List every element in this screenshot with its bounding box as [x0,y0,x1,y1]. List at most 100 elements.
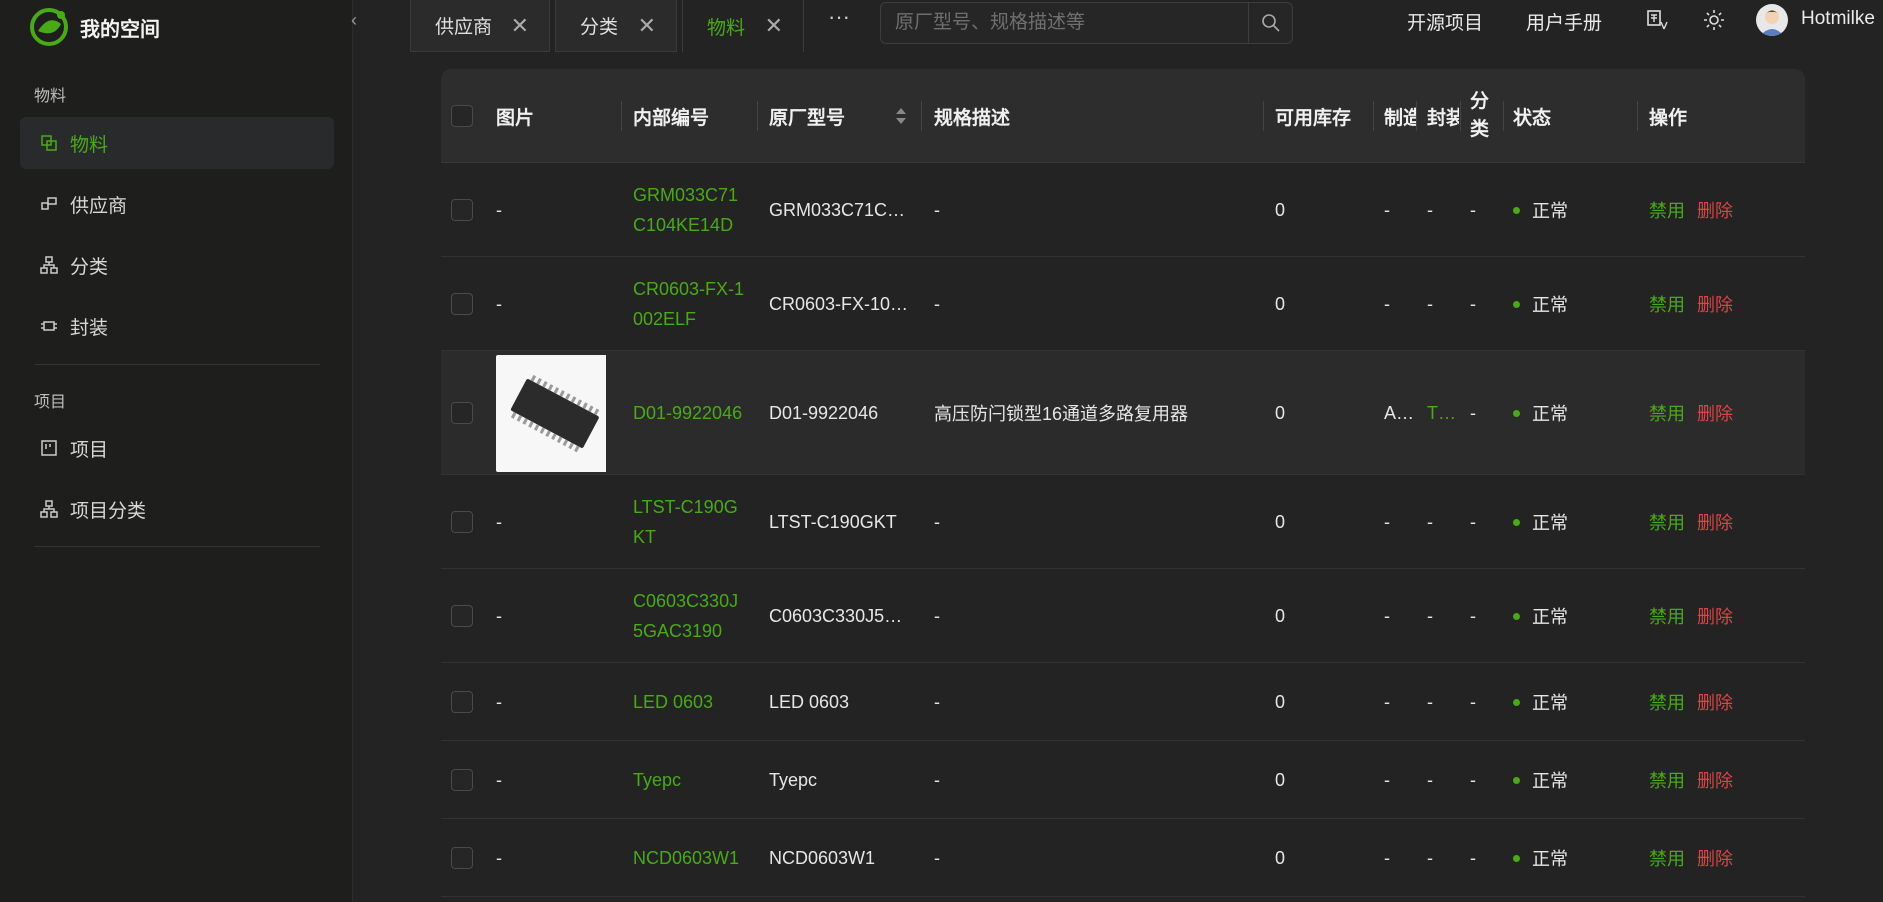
row-package: - [1427,605,1433,626]
row-manufacturer: - [1384,199,1390,220]
row-mpn: D01-9922046 [769,402,879,423]
more-tabs-button[interactable]: ··· [828,4,850,30]
table-row: - GRM033C71C104KE14D GRM033C71C… - 0 - -… [441,163,1805,257]
row-actions: 禁用 删除 [1649,741,1799,819]
row-mpn: GRM033C71C… [769,199,906,220]
sidebar-item-categories[interactable]: 分类 [20,239,334,291]
row-mpn: NCD0603W1 [769,847,876,868]
column-header-mpn[interactable]: 原厂型号 [769,69,845,163]
row-code-link[interactable]: CR0603-FX-1002ELF [633,257,745,351]
row-checkbox[interactable] [451,691,473,713]
logo-icon [30,8,68,46]
row-mpn: Tyepc [769,769,818,790]
theme-sun-icon[interactable] [1702,8,1726,32]
row-checkbox[interactable] [451,769,473,791]
user-manual-link[interactable]: 用户手册 [1526,8,1602,35]
row-status: 正常 [1513,741,1633,819]
sidebar-item-project-categories[interactable]: 项目分类 [20,483,334,535]
row-code-link[interactable]: GRM033C71C104KE14D [633,163,745,257]
delete-button[interactable]: 删除 [1697,689,1733,715]
row-checkbox[interactable] [451,511,473,533]
column-separator [1460,101,1461,131]
row-checkbox[interactable] [451,847,473,869]
row-manufacturer: - [1384,847,1390,868]
chip-thumbnail-image[interactable] [496,355,606,472]
row-checkbox[interactable] [451,293,473,315]
open-source-link[interactable]: 开源项目 [1407,8,1483,35]
status-dot-icon [1513,300,1520,308]
disable-button[interactable]: 禁用 [1649,400,1685,426]
disable-button[interactable]: 禁用 [1649,845,1685,871]
language-icon[interactable] [1646,8,1670,32]
row-status: 正常 [1513,257,1633,351]
delete-button[interactable]: 删除 [1697,291,1733,317]
disable-button[interactable]: 禁用 [1649,767,1685,793]
status-dot-icon [1513,776,1520,784]
column-header-status: 状态 [1513,107,1552,129]
sidebar-group-title: 项目 [34,394,67,411]
tab-label: 供应商 [435,17,493,38]
logo[interactable]: 我的空间 [28,6,160,48]
delete-button[interactable]: 删除 [1697,509,1733,535]
row-package: - [1427,691,1433,712]
delete-button[interactable]: 删除 [1697,845,1733,871]
row-status: 正常 [1513,163,1633,257]
disable-button[interactable]: 禁用 [1649,689,1685,715]
table-row: - LED 0603 LED 0603 - 0 - - - 正常 禁用 删除 [441,663,1805,741]
sidebar-item-packages[interactable]: 封装 [20,300,334,352]
user-avatar-icon [1760,10,1784,36]
row-status: 正常 [1513,475,1633,569]
row-checkbox[interactable] [451,199,473,221]
row-actions: 禁用 删除 [1649,257,1799,351]
collapse-sidebar-icon[interactable]: ‹ [343,6,365,34]
close-icon[interactable]: ✕ [765,13,783,39]
row-package: - [1427,511,1433,532]
delete-button[interactable]: 删除 [1697,767,1733,793]
tab-materials[interactable]: 物料 ✕ [682,0,804,52]
sidebar-item-label: 物料 [70,134,109,156]
row-checkbox[interactable] [451,605,473,627]
disable-button[interactable]: 禁用 [1649,197,1685,223]
close-icon[interactable]: ✕ [511,13,529,39]
row-image: - [496,293,502,314]
row-code-link[interactable]: D01-9922046 [633,351,745,475]
username[interactable]: Hotmilke [1801,8,1875,30]
row-checkbox[interactable] [451,402,473,424]
column-separator [1373,101,1374,131]
tab-suppliers[interactable]: 供应商 ✕ [410,0,550,52]
sidebar-item-label: 项目 [70,439,109,461]
delete-button[interactable]: 删除 [1697,400,1733,426]
delete-button[interactable]: 删除 [1697,197,1733,223]
row-stock: 0 [1275,199,1286,220]
row-code-link[interactable]: Tyepc [633,741,745,819]
row-stock: 0 [1275,402,1286,423]
row-category: - [1470,769,1476,790]
row-code-link[interactable]: LED 0603 [633,663,745,741]
tab-label: 物料 [707,17,746,39]
row-code-link[interactable]: NCD0603W1 [633,819,745,897]
copy-icon [41,135,57,151]
row-category: - [1470,402,1476,423]
disable-button[interactable]: 禁用 [1649,509,1685,535]
select-all-checkbox[interactable] [451,105,473,127]
row-category: - [1470,605,1476,626]
search-input[interactable] [895,3,1245,43]
tree-icon [40,256,58,274]
row-code-link[interactable]: LTST-C190GKT [633,475,745,569]
avatar[interactable] [1756,4,1788,36]
sort-icon[interactable] [895,106,907,126]
delete-button[interactable]: 删除 [1697,603,1733,629]
table-row: - NCD0603W1 NCD0603W1 - 0 - - - 正常 禁用 删除 [441,819,1805,897]
row-category: - [1470,293,1476,314]
status-dot-icon [1513,409,1520,417]
row-code-link[interactable]: C0603C330J5GAC3190 [633,569,745,663]
sidebar-item-projects[interactable]: 项目 [20,422,334,474]
sidebar-item-materials[interactable]: 物料 [20,117,334,169]
search-button[interactable] [1248,3,1292,43]
close-icon[interactable]: ✕ [638,13,656,39]
sidebar-item-suppliers[interactable]: 供应商 [20,178,334,230]
tab-categories[interactable]: 分类 ✕ [555,0,677,52]
disable-button[interactable]: 禁用 [1649,603,1685,629]
row-actions: 禁用 删除 [1649,569,1799,663]
disable-button[interactable]: 禁用 [1649,291,1685,317]
